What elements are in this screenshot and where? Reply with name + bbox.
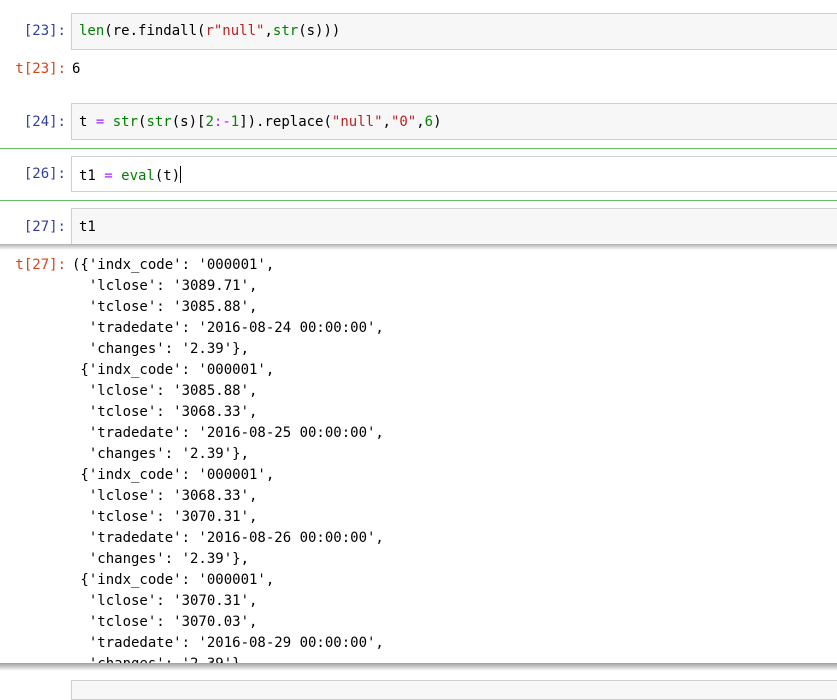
output-line: 'changes': '2.39'}, bbox=[72, 446, 250, 462]
output-line: 'tradedate': '2016-08-25 00:00:00', bbox=[72, 425, 384, 441]
output-line: 'tclose': '3070.03', bbox=[72, 614, 258, 630]
output-line: 'lclose': '3068.33', bbox=[72, 488, 258, 504]
output-line: 'tclose': '3068.33', bbox=[72, 404, 258, 420]
scroll-shadow-bottom bbox=[0, 663, 837, 671]
output-line: {'indx_code': '000001', bbox=[72, 572, 275, 588]
output-line: 'lclose': '3070.31', bbox=[72, 593, 258, 609]
output-line: 'changes': '2.39'}, bbox=[72, 551, 250, 567]
output-line: 'lclose': '3089.71', bbox=[72, 278, 258, 294]
output-line: 'tradedate': '2016-08-26 00:00:00', bbox=[72, 530, 384, 546]
output-line: 'tclose': '3085.88', bbox=[72, 299, 258, 315]
output-line: ({'indx_code': '000001', bbox=[72, 257, 275, 273]
next-code-cell[interactable] bbox=[71, 680, 837, 700]
output-line: 'changes': '2.39'}, bbox=[72, 341, 250, 357]
output-line: {'indx_code': '000001', bbox=[72, 467, 275, 483]
output-line: 'tradedate': '2016-08-29 00:00:00', bbox=[72, 635, 384, 651]
output-area-27: ({'indx_code': '000001', 'lclose': '3089… bbox=[0, 0, 837, 664]
output-line: {'indx_code': '000001', bbox=[72, 362, 275, 378]
output-line: 'lclose': '3085.88', bbox=[72, 383, 258, 399]
output-line: 'tradedate': '2016-08-24 00:00:00', bbox=[72, 320, 384, 336]
output-line: 'tclose': '3070.31', bbox=[72, 509, 258, 525]
